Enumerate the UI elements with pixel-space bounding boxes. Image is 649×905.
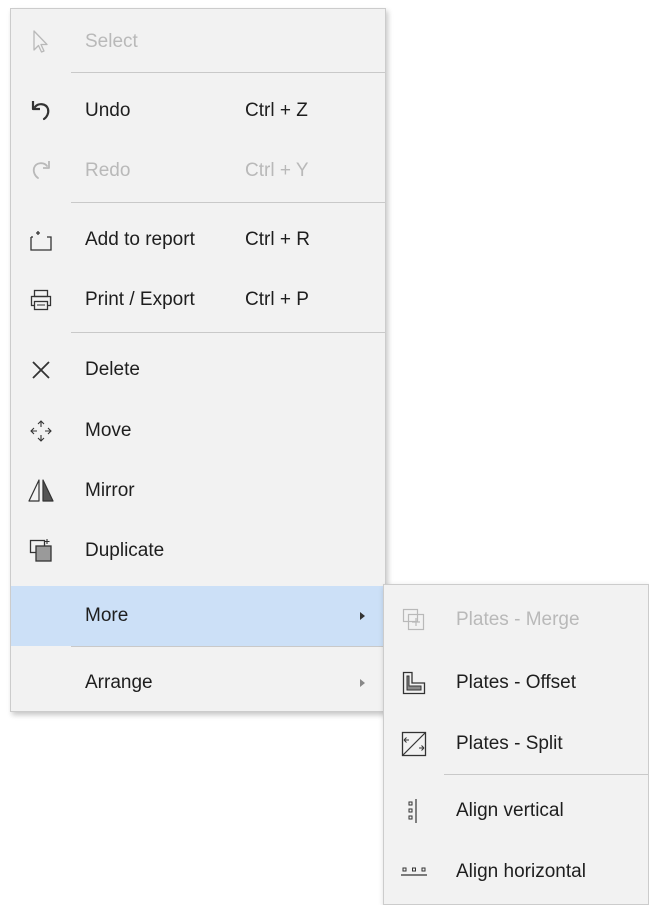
- menu-item-label: Mirror: [85, 480, 135, 501]
- shortcut-label: Ctrl + R: [245, 229, 310, 250]
- context-menu: Select Undo Ctrl + Z Redo Ctrl + Y Add t…: [10, 8, 386, 712]
- close-x-icon: [11, 340, 71, 400]
- menu-separator: [71, 332, 385, 333]
- submenu-item-plates-merge[interactable]: Plates - Merge: [384, 590, 648, 650]
- menu-separator: [71, 72, 385, 73]
- menu-item-label: Undo: [85, 100, 131, 121]
- menu-item-label: Plates - Split: [456, 733, 563, 754]
- add-to-report-icon: [11, 210, 71, 270]
- shortcut-label: Ctrl + P: [245, 289, 309, 310]
- menu-item-move[interactable]: Move: [11, 401, 385, 461]
- printer-icon: [11, 270, 71, 330]
- mirror-icon: [11, 461, 71, 521]
- menu-item-label: Add to report: [85, 229, 195, 250]
- menu-item-more[interactable]: More: [11, 586, 385, 646]
- menu-item-select[interactable]: Select: [11, 12, 385, 72]
- submenu-item-align-vertical[interactable]: Align vertical: [384, 781, 648, 841]
- align-horizontal-icon: [384, 842, 444, 902]
- menu-item-label: Print / Export: [85, 289, 195, 310]
- menu-item-redo[interactable]: Redo Ctrl + Y: [11, 141, 385, 201]
- plates-split-icon: [384, 714, 444, 774]
- submenu-item-plates-split[interactable]: Plates - Split: [384, 714, 648, 774]
- menu-item-delete[interactable]: Delete: [11, 340, 385, 400]
- menu-item-label: Align horizontal: [456, 861, 586, 882]
- shortcut-label: Ctrl + Y: [245, 160, 309, 181]
- menu-item-undo[interactable]: Undo Ctrl + Z: [11, 81, 385, 141]
- menu-item-print-export[interactable]: Print / Export Ctrl + P: [11, 270, 385, 330]
- plates-merge-icon: [384, 590, 444, 650]
- menu-separator: [71, 646, 385, 647]
- submenu-arrow-icon: [360, 612, 365, 620]
- menu-item-label: Arrange: [85, 672, 153, 693]
- menu-item-label: Plates - Offset: [456, 672, 577, 693]
- menu-item-label: Align vertical: [456, 800, 564, 821]
- menu-separator: [71, 202, 385, 203]
- cursor-icon: [11, 12, 71, 72]
- move-arrows-icon: [11, 401, 71, 461]
- submenu-arrow-icon: [360, 679, 365, 687]
- duplicate-icon: [11, 521, 71, 581]
- menu-separator: [444, 774, 648, 775]
- undo-icon: [11, 81, 71, 141]
- shortcut-label: Ctrl + Z: [245, 100, 308, 121]
- submenu-item-align-horizontal[interactable]: Align horizontal: [384, 842, 648, 902]
- menu-item-label: Duplicate: [85, 540, 165, 561]
- menu-item-label: Delete: [85, 359, 140, 380]
- align-vertical-icon: [384, 781, 444, 841]
- more-submenu: Plates - Merge Plates - Offset Plates - …: [383, 584, 649, 905]
- menu-item-arrange[interactable]: Arrange: [11, 653, 385, 713]
- menu-item-label: More: [85, 605, 129, 626]
- menu-item-duplicate[interactable]: Duplicate: [11, 521, 385, 581]
- redo-icon: [11, 141, 71, 201]
- menu-item-label: Plates - Merge: [456, 609, 580, 630]
- plates-offset-icon: [384, 653, 444, 713]
- menu-item-label: Move: [85, 420, 132, 441]
- submenu-item-plates-offset[interactable]: Plates - Offset: [384, 653, 648, 713]
- menu-item-label: Redo: [85, 160, 131, 181]
- menu-item-mirror[interactable]: Mirror: [11, 461, 385, 521]
- menu-item-label: Select: [85, 31, 138, 52]
- menu-item-add-to-report[interactable]: Add to report Ctrl + R: [11, 210, 385, 270]
